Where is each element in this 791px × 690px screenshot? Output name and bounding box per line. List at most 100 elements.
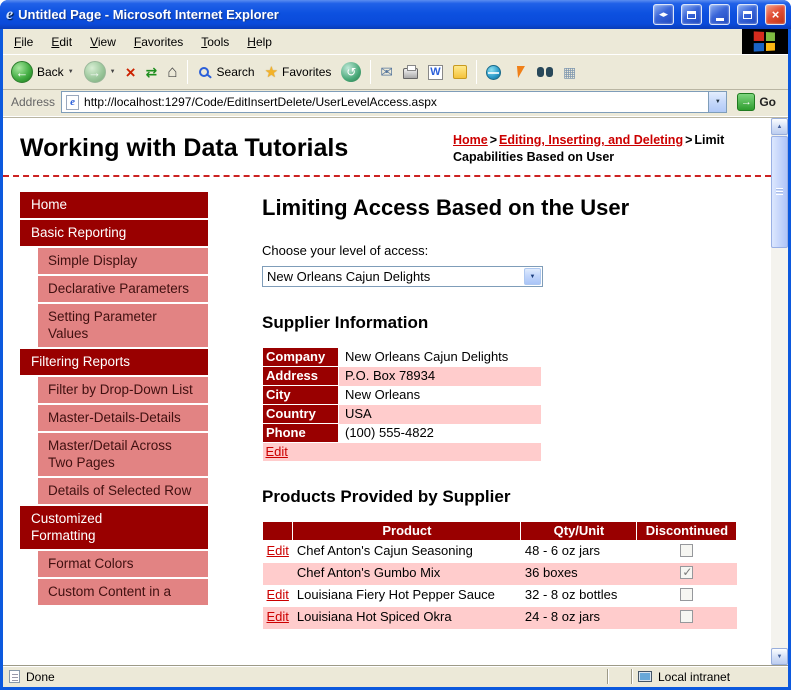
supplier-field-label: City <box>262 385 339 405</box>
supplier-field-label: Phone <box>262 423 339 443</box>
stop-icon: × <box>125 62 136 82</box>
breadcrumb-home-link[interactable]: Home <box>453 133 488 147</box>
supplier-field-value: (100) 555-4822 <box>345 425 434 440</box>
products-heading: Products Provided by Supplier <box>262 487 511 506</box>
sidebar-item-customized-formatting[interactable]: Customized Formatting <box>20 506 208 549</box>
product-qty: 24 - 8 oz jars <box>520 607 637 629</box>
go-button[interactable]: → Go <box>733 91 784 113</box>
sidebar-item-basic-reporting[interactable]: Basic Reporting <box>20 220 208 246</box>
sidebar-item-filter-by-dropdown-list[interactable]: Filter by Drop-Down List <box>38 377 208 403</box>
go-label: Go <box>759 95 776 109</box>
refresh-button[interactable]: ⇄ <box>141 57 163 87</box>
chevron-down-icon[interactable]: ▼ <box>524 268 541 285</box>
sidebar-item-master-detail-across-two-pages[interactable]: Master/Detail Across Two Pages <box>38 433 208 476</box>
vertical-scrollbar[interactable]: ▲ ▼ <box>771 118 788 665</box>
history-button[interactable]: ↺ <box>336 57 366 87</box>
sidebar-item-setting-parameter-values[interactable]: Setting Parameter Values <box>38 304 208 347</box>
toolbar-separator <box>475 60 477 84</box>
product-edit-link[interactable]: Edit <box>267 587 289 602</box>
table-row: Company New Orleans Cajun Delights <box>262 347 541 367</box>
favorites-label: Favorites <box>282 65 332 79</box>
scrollbar-track[interactable] <box>771 248 788 648</box>
scroll-up-button[interactable]: ▲ <box>771 118 788 135</box>
close-icon: × <box>771 7 780 22</box>
address-input[interactable]: e http://localhost:1297/Code/EditInsertD… <box>61 91 728 113</box>
sidebar-item-declarative-parameters[interactable]: Declarative Parameters <box>38 276 208 302</box>
supplier-heading: Supplier Information <box>262 313 429 332</box>
addon-research-button[interactable] <box>532 57 558 87</box>
sidebar-item-home[interactable]: Home <box>20 192 208 218</box>
windows-flag-icon <box>753 31 775 52</box>
table-row: Edit Chef Anton's Cajun Seasoning 48 - 6… <box>263 541 737 564</box>
breadcrumb-separator: > <box>489 133 498 147</box>
edit-with-word-button[interactable]: W <box>423 57 448 87</box>
home-button[interactable]: ⌂ <box>162 57 182 87</box>
window-button[interactable] <box>681 4 702 25</box>
mail-button[interactable]: ✉ <box>375 57 398 87</box>
back-button[interactable]: ← Back ▼ <box>6 57 79 87</box>
search-button[interactable]: Search <box>192 57 260 87</box>
address-dropdown-button[interactable]: ▼ <box>708 92 727 112</box>
menu-favorites[interactable]: Favorites <box>125 31 192 53</box>
horizontal-arrows-button[interactable]: ◂▸ <box>653 4 674 25</box>
favorites-star-icon: ★ <box>264 64 279 81</box>
discontinued-checkbox <box>680 588 694 601</box>
back-dropdown-icon[interactable]: ▼ <box>68 69 74 75</box>
product-qty: 36 boxes <box>520 563 637 585</box>
discontinued-checkbox <box>680 610 694 623</box>
product-qty: 48 - 6 oz jars <box>524 543 601 558</box>
home-icon: ⌂ <box>167 62 178 81</box>
notes-button[interactable] <box>448 57 472 87</box>
forward-button: → ▼ <box>79 57 121 87</box>
stop-button[interactable]: × <box>121 57 141 87</box>
table-row: Address P.O. Box 78934 <box>262 366 541 386</box>
minimize-button[interactable] <box>709 4 730 25</box>
sidebar: Home Basic Reporting Simple Display Decl… <box>20 192 208 607</box>
maximize-button[interactable] <box>737 4 758 25</box>
menu-help[interactable]: Help <box>238 31 281 53</box>
menu-tools[interactable]: Tools <box>192 31 238 53</box>
menu-edit[interactable]: Edit <box>42 31 81 53</box>
favorites-button[interactable]: ★ Favorites <box>260 57 337 87</box>
forward-icon: → <box>83 61 106 83</box>
product-qty: 32 - 8 oz bottles <box>524 587 618 602</box>
access-level-select[interactable]: New Orleans Cajun Delights ▼ <box>262 266 543 287</box>
breadcrumb-section-link[interactable]: Editing, Inserting, and Deleting <box>499 133 683 147</box>
sidebar-item-format-colors[interactable]: Format Colors <box>38 551 208 577</box>
search-label: Search <box>216 65 255 79</box>
menu-view[interactable]: View <box>81 31 125 53</box>
sidebar-item-custom-content[interactable]: Custom Content in a <box>38 579 208 605</box>
notes-icon <box>452 65 467 79</box>
toolbar: ← Back ▼ → ▼ × ⇄ ⌂ Search ★ Favorites ↺ … <box>3 55 788 90</box>
breadcrumb-separator: > <box>685 133 693 147</box>
menu-bar: File Edit View Favorites Tools Help <box>3 29 788 55</box>
windows-logo-panel <box>742 29 788 54</box>
product-edit-link[interactable]: Edit <box>267 543 289 558</box>
status-text: Done <box>26 669 55 684</box>
close-button[interactable]: × <box>765 4 786 25</box>
scrollbar-thumb[interactable] <box>771 136 788 248</box>
product-name: Chef Anton's Cajun Seasoning <box>296 543 473 558</box>
status-panel <box>609 666 631 687</box>
toolbar-separator <box>370 60 372 84</box>
supplier-edit-link[interactable]: Edit <box>266 444 288 459</box>
addon-capture-button[interactable] <box>506 57 532 87</box>
addon-grid-button[interactable]: ▦ <box>558 57 581 87</box>
product-edit-link[interactable]: Edit <box>267 609 289 624</box>
history-icon: ↺ <box>341 62 362 82</box>
supplier-field-label: Address <box>262 366 339 386</box>
column-header-product: Product <box>292 521 522 541</box>
addon-globe-button[interactable] <box>481 57 506 87</box>
sidebar-item-filtering-reports[interactable]: Filtering Reports <box>20 349 208 375</box>
menu-file[interactable]: File <box>5 31 42 53</box>
scroll-down-icon: ▼ <box>776 653 783 660</box>
print-button[interactable] <box>398 57 423 87</box>
sidebar-item-details-of-selected-row[interactable]: Details of Selected Row <box>38 478 208 504</box>
scroll-down-button[interactable]: ▼ <box>771 648 788 665</box>
table-row: Chef Anton's Gumbo Mix 36 boxes <box>262 563 737 585</box>
sidebar-item-master-details-details[interactable]: Master-Details-Details <box>38 405 208 431</box>
main-content: Limiting Access Based on the User Choose… <box>261 192 744 629</box>
breadcrumb: Home > Editing, Inserting, and Deleting > Li… <box>453 132 771 166</box>
sidebar-item-simple-display[interactable]: Simple Display <box>38 248 208 274</box>
address-url[interactable]: http://localhost:1297/Code/EditInsertDel… <box>84 95 703 109</box>
